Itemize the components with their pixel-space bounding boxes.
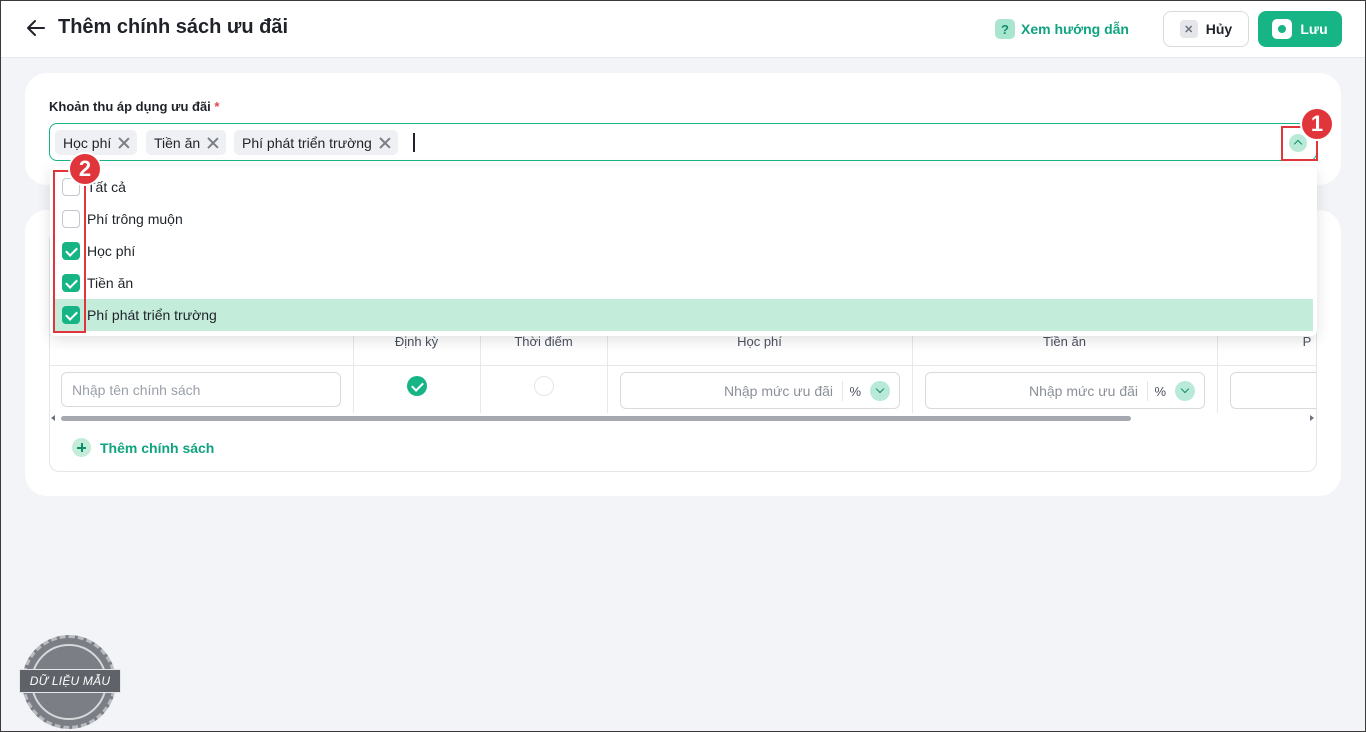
close-icon: ✕: [1179, 20, 1198, 38]
plus-icon: [72, 438, 91, 457]
divider: [1147, 381, 1148, 401]
arrow-left-icon[interactable]: [24, 16, 48, 40]
tag-label: Phí phát triển trường: [242, 134, 372, 151]
annotation-badge-2: 2: [68, 152, 102, 186]
timepoint-radio[interactable]: [534, 376, 554, 396]
column-header-tien-an: Tiền ăn: [1043, 334, 1086, 349]
chevron-down-icon[interactable]: [870, 381, 890, 401]
tien-an-amount-input[interactable]: Nhập mức ưu đãi %: [925, 372, 1205, 409]
fee-select-label: Khoản thu áp dụng ưu đãi *: [49, 99, 219, 114]
scroll-left-arrow-icon[interactable]: [51, 415, 55, 421]
option-phi-phat-trien-truong[interactable]: Phí phát triển trường: [54, 299, 1313, 331]
option-label: Tiền ăn: [87, 275, 134, 291]
tag-label: Tiền ăn: [154, 134, 201, 151]
text-caret: [413, 133, 415, 152]
divider: [842, 381, 843, 401]
unit-label: %: [849, 384, 861, 399]
help-icon: ?: [995, 19, 1015, 39]
column-divider: [1217, 331, 1218, 413]
column-header-dinh-ky: Định kỳ: [394, 334, 439, 349]
amount-placeholder: Nhập mức ưu đãi: [723, 383, 833, 399]
tag-label: Học phí: [63, 134, 112, 151]
guide-label: Xem hướng dẫn: [1021, 21, 1129, 37]
column-header-thoi-diem: Thời điểm: [514, 334, 573, 349]
column-header-partial: P: [1302, 334, 1312, 349]
column-header-hoc-phi: Học phí: [737, 334, 782, 349]
annotation-badge-1: 1: [1300, 107, 1334, 141]
periodic-radio-checked[interactable]: [407, 376, 427, 396]
fee-multiselect[interactable]: Học phí Tiền ăn Phí phát triển trường: [49, 123, 1317, 161]
save-icon: [1272, 19, 1293, 39]
annotation-highlight-2: [53, 170, 86, 333]
chevron-down-icon[interactable]: [1175, 381, 1195, 401]
option-label: Phí phát triển trường: [87, 307, 217, 323]
remove-tag-icon[interactable]: [378, 136, 392, 150]
remove-tag-icon[interactable]: [206, 136, 220, 150]
option-hoc-phi[interactable]: Học phí: [54, 235, 1313, 267]
guide-link[interactable]: ? Xem hướng dẫn: [995, 19, 1129, 39]
row-divider: [50, 365, 1316, 366]
remove-tag-icon[interactable]: [117, 136, 131, 150]
save-label: Lưu: [1300, 21, 1328, 37]
page-title: Thêm chính sách ưu đãi: [58, 16, 289, 38]
amount-placeholder: Nhập mức ưu đãi: [1028, 383, 1138, 399]
stamp-label: DỮ LIỆU MẪU: [19, 669, 121, 693]
tag-phi-phat-trien-truong: Phí phát triển trường: [234, 130, 398, 155]
tag-hoc-phi: Học phí: [55, 130, 138, 155]
partial-amount-input[interactable]: [1230, 372, 1317, 409]
option-label: Học phí: [87, 243, 136, 259]
cancel-label: Hủy: [1205, 21, 1233, 37]
scroll-right-arrow-icon[interactable]: [1310, 415, 1314, 421]
unit-label: %: [1154, 384, 1166, 399]
save-button[interactable]: Lưu: [1258, 11, 1342, 47]
add-policy-label: Thêm chính sách: [100, 439, 215, 456]
option-phi-trong-muon[interactable]: Phí trông muộn: [54, 203, 1313, 235]
scrollbar-thumb[interactable]: [61, 416, 1131, 421]
page-header: Thêm chính sách ưu đãi ? Xem hướng dẫn ✕…: [0, 0, 1366, 58]
option-tat-ca[interactable]: Tất cả: [54, 171, 1313, 203]
policy-name-input[interactable]: Nhập tên chính sách: [61, 372, 341, 407]
fee-select-label-text: Khoản thu áp dụng ưu đãi: [49, 99, 211, 114]
fee-dropdown-menu: Tất cả Phí trông muộn Học phí Tiền ăn Ph…: [50, 166, 1317, 336]
option-tien-an[interactable]: Tiền ăn: [54, 267, 1313, 299]
hoc-phi-amount-input[interactable]: Nhập mức ưu đãi %: [620, 372, 900, 409]
tag-tien-an: Tiền ăn: [146, 130, 227, 155]
required-mark: *: [214, 99, 220, 114]
add-policy-button[interactable]: Thêm chính sách: [72, 438, 214, 457]
cancel-button[interactable]: ✕ Hủy: [1163, 11, 1249, 47]
option-label: Phí trông muộn: [87, 211, 183, 227]
